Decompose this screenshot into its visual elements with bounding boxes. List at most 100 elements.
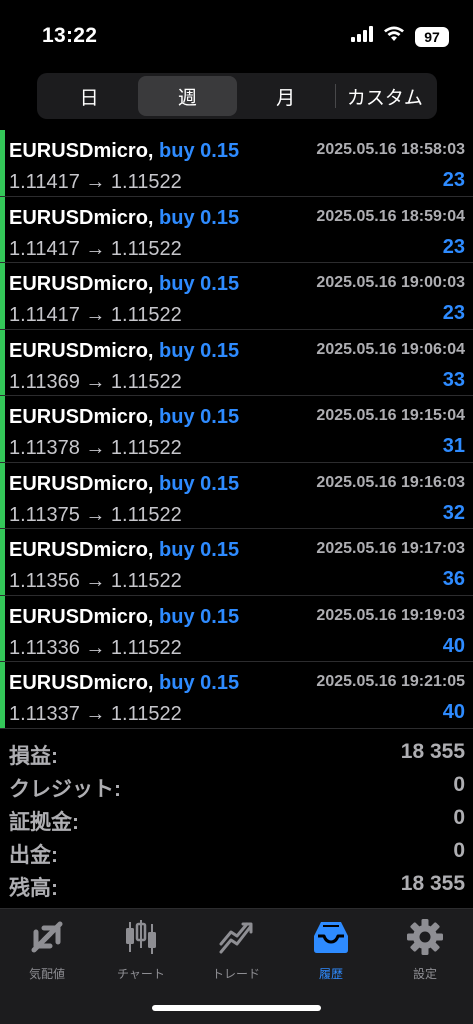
trade-profit: 23	[442, 235, 465, 258]
segment-month[interactable]: 月	[237, 76, 335, 116]
buy-indicator-bar	[0, 130, 5, 196]
trade-row[interactable]: EURUSDmicro, buy 0.15 1.11369 → 1.11522 20…	[0, 329, 473, 396]
trade-profit: 33	[442, 368, 465, 391]
buy-indicator-bar	[0, 462, 5, 528]
tab-label: チャート	[117, 967, 165, 981]
summary-row: 出金: 0	[0, 836, 473, 869]
tab-history[interactable]: 履歴	[284, 917, 378, 997]
trade-row[interactable]: EURUSDmicro, buy 0.15 1.11336 → 1.11522 20…	[0, 595, 473, 662]
trade-row[interactable]: EURUSDmicro, buy 0.15 1.11417 → 1.11522 20…	[0, 263, 473, 330]
trade-row[interactable]: EURUSDmicro, buy 0.15 1.11375 → 1.11522 20…	[0, 462, 473, 529]
trade-profit: 31	[442, 435, 465, 457]
trade-history-list: EURUSDmicro, buy 0.15 1.11417 → 1.11522 20…	[0, 130, 473, 729]
summary-label: クレジット:	[9, 778, 121, 801]
symbol-name: EURUSDmicro,	[9, 539, 154, 561]
buy-indicator-bar	[0, 529, 5, 595]
segment-custom[interactable]: カスタム	[336, 76, 434, 116]
tab-quotes[interactable]: 気配値	[0, 917, 94, 997]
trade-row[interactable]: EURUSDmicro, buy 0.15 1.11417 → 1.11522 20…	[0, 130, 473, 197]
symbol-name: EURUSDmicro,	[9, 339, 154, 362]
trade-time: 2025.05.16 19:21:05	[316, 673, 465, 690]
cellular-signal-icon	[351, 26, 373, 47]
period-segmented-control: 日 週 月 カスタム	[37, 73, 437, 119]
trade-profit: 40	[442, 701, 465, 723]
status-icons: 97	[351, 26, 449, 47]
trade-profit: 40	[442, 634, 465, 657]
trade-time: 2025.05.16 19:19:03	[316, 606, 465, 624]
symbol-name: EURUSDmicro,	[9, 672, 154, 694]
summary-row: 残高: 18 355	[0, 869, 473, 902]
summary-label: 証拠金:	[9, 811, 79, 834]
summary-label: 出金:	[9, 844, 58, 867]
trade-prices: 1.11417 → 1.11522	[9, 304, 182, 326]
trade-profit: 23	[442, 302, 465, 324]
trade-time: 2025.05.16 19:15:04	[316, 407, 465, 424]
trade-symbol: EURUSDmicro, buy 0.15	[9, 606, 239, 629]
trade-row[interactable]: EURUSDmicro, buy 0.15 1.11417 → 1.11522 20…	[0, 196, 473, 263]
tab-bar: 気配値 チャート トレード 履歴 設定	[0, 908, 473, 1024]
account-summary: 損益: 18 355 クレジット: 0 証拠金: 0 出金: 0 残高: 18 355	[0, 737, 473, 902]
trade-symbol: EURUSDmicro, buy 0.15	[9, 539, 239, 562]
trade-row[interactable]: EURUSDmicro, buy 0.15 1.11378 → 1.11522 20…	[0, 396, 473, 463]
trade-time: 2025.05.16 19:00:03	[316, 274, 465, 291]
wifi-icon	[383, 26, 405, 47]
summary-label: 損益:	[9, 745, 58, 768]
trade-symbol: EURUSDmicro, buy 0.15	[9, 273, 239, 296]
symbol-name: EURUSDmicro,	[9, 140, 154, 162]
gear-icon	[405, 917, 445, 957]
trade-prices: 1.11417 → 1.11522	[9, 171, 182, 193]
summary-value: 0	[453, 773, 465, 796]
home-indicator[interactable]	[152, 1005, 321, 1011]
trade-side-volume: buy 0.15	[159, 273, 240, 295]
status-bar: 13:22 97	[0, 0, 473, 70]
candlestick-chart-icon	[121, 917, 161, 957]
trade-side-volume: buy 0.15	[159, 472, 240, 495]
trade-time: 2025.05.16 19:06:04	[316, 340, 465, 358]
battery-indicator: 97	[415, 26, 449, 47]
trade-prices: 1.11337 → 1.11522	[9, 703, 182, 725]
summary-value: 0	[453, 839, 465, 862]
trade-icon	[216, 917, 256, 957]
trade-profit: 32	[442, 501, 465, 524]
trade-prices: 1.11378 → 1.11522	[9, 437, 182, 459]
tab-settings[interactable]: 設定	[378, 917, 472, 997]
trade-side-volume: buy 0.15	[159, 406, 240, 428]
buy-indicator-bar	[0, 263, 5, 329]
summary-row: クレジット: 0	[0, 770, 473, 803]
trade-prices: 1.11417 → 1.11522	[9, 237, 182, 260]
tab-label: トレード	[211, 967, 260, 981]
trade-prices: 1.11369 → 1.11522	[9, 370, 182, 393]
status-time: 13:22	[42, 24, 98, 47]
buy-indicator-bar	[0, 196, 5, 262]
tab-chart[interactable]: チャート	[94, 917, 188, 997]
trade-time: 2025.05.16 18:59:04	[316, 207, 465, 225]
trade-symbol: EURUSDmicro, buy 0.15	[9, 207, 239, 230]
trade-symbol: EURUSDmicro, buy 0.15	[9, 140, 239, 163]
summary-value: 18 355	[400, 740, 465, 763]
history-inbox-icon	[311, 917, 351, 957]
buy-indicator-bar	[0, 329, 5, 395]
segment-week[interactable]: 週	[138, 76, 237, 116]
tab-label: 気配値	[28, 967, 65, 981]
trade-row[interactable]: EURUSDmicro, buy 0.15 1.11337 → 1.11522 20…	[0, 662, 473, 729]
trade-row[interactable]: EURUSDmicro, buy 0.15 1.11356 → 1.11522 20…	[0, 529, 473, 596]
tab-label: 設定	[412, 967, 437, 981]
symbol-name: EURUSDmicro,	[9, 206, 154, 229]
trade-profit: 36	[442, 568, 465, 590]
segment-day[interactable]: 日	[40, 76, 138, 116]
trade-time: 2025.05.16 19:17:03	[316, 540, 465, 557]
trade-side-volume: buy 0.15	[159, 339, 240, 362]
trade-prices: 1.11336 → 1.11522	[9, 636, 182, 659]
tab-trade[interactable]: トレード	[189, 917, 283, 997]
summary-row: 証拠金: 0	[0, 803, 473, 836]
buy-indicator-bar	[0, 396, 5, 462]
trade-symbol: EURUSDmicro, buy 0.15	[9, 406, 239, 429]
trade-time: 2025.05.16 18:58:03	[316, 141, 465, 158]
trade-prices: 1.11375 → 1.11522	[9, 503, 182, 526]
trade-side-volume: buy 0.15	[159, 206, 240, 229]
symbol-name: EURUSDmicro,	[9, 273, 154, 295]
symbol-name: EURUSDmicro,	[9, 605, 154, 628]
trade-side-volume: buy 0.15	[159, 140, 240, 162]
buy-indicator-bar	[0, 595, 5, 661]
tab-label: 履歴	[318, 967, 343, 981]
